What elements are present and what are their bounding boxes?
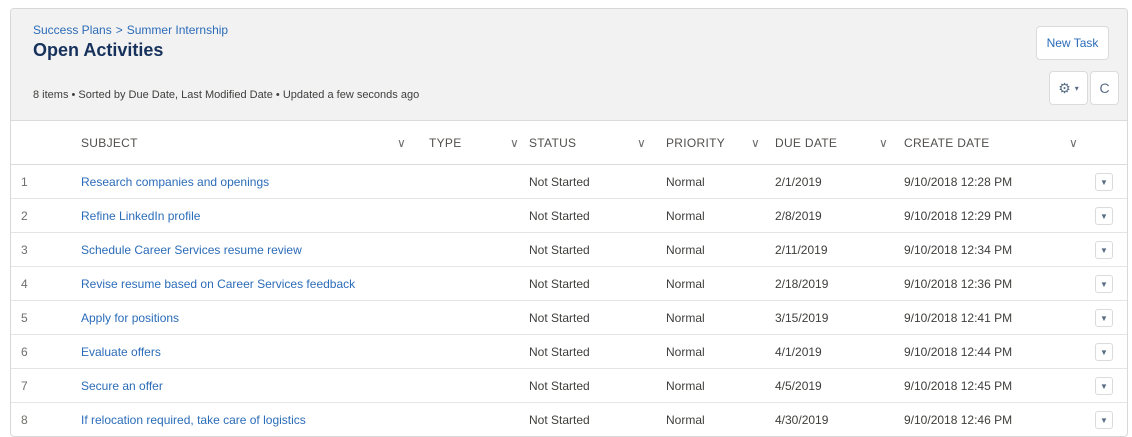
create-date-cell: 9/10/2018 12:28 PM bbox=[904, 175, 1013, 189]
chevron-down-icon: ▼ bbox=[1100, 415, 1108, 425]
due-date-cell: 4/30/2019 bbox=[775, 413, 829, 427]
subject-link[interactable]: Evaluate offers bbox=[81, 335, 161, 369]
row-action-menu-button[interactable]: ▼ bbox=[1095, 207, 1113, 225]
create-date-cell: 9/10/2018 12:29 PM bbox=[904, 209, 1013, 223]
row-number: 4 bbox=[21, 277, 28, 291]
table-row: 5 Apply for positions Not Started Normal… bbox=[11, 301, 1127, 335]
column-due-date-sort-icon[interactable]: ∨ bbox=[879, 121, 888, 165]
create-date-cell: 9/10/2018 12:36 PM bbox=[904, 277, 1013, 291]
priority-cell: Normal bbox=[666, 379, 705, 393]
row-action-menu-button[interactable]: ▼ bbox=[1095, 309, 1113, 327]
row-number: 8 bbox=[21, 413, 28, 427]
subject-link[interactable]: Research companies and openings bbox=[81, 165, 269, 199]
status-cell: Not Started bbox=[529, 209, 590, 223]
priority-cell: Normal bbox=[666, 345, 705, 359]
column-header-due-date[interactable]: DUE DATE bbox=[775, 121, 837, 165]
refresh-icon: C bbox=[1099, 80, 1110, 96]
list-header: Success Plans > Summer Internship Open Act… bbox=[11, 9, 1127, 121]
chevron-down-icon: ▼ bbox=[1100, 177, 1108, 187]
row-action-menu-button[interactable]: ▼ bbox=[1095, 173, 1113, 191]
column-subject-sort-icon[interactable]: ∨ bbox=[397, 121, 406, 165]
status-cell: Not Started bbox=[529, 311, 590, 325]
chevron-down-icon: ▼ bbox=[1100, 347, 1108, 357]
create-date-cell: 9/10/2018 12:41 PM bbox=[904, 311, 1013, 325]
breadcrumb-separator: > bbox=[115, 23, 123, 37]
status-cell: Not Started bbox=[529, 243, 590, 257]
column-priority-sort-icon[interactable]: ∨ bbox=[751, 121, 760, 165]
due-date-cell: 2/18/2019 bbox=[775, 277, 829, 291]
status-cell: Not Started bbox=[529, 277, 590, 291]
row-action-menu-button[interactable]: ▼ bbox=[1095, 411, 1113, 429]
breadcrumb: Success Plans > Summer Internship bbox=[33, 23, 228, 37]
page-title: Open Activities bbox=[33, 40, 164, 60]
open-activities-card: Success Plans > Summer Internship Open Act… bbox=[10, 8, 1128, 437]
column-header-create-date[interactable]: CREATE DATE bbox=[904, 121, 990, 165]
priority-cell: Normal bbox=[666, 277, 705, 291]
chevron-down-icon: ▼ bbox=[1100, 381, 1108, 391]
row-action-menu-button[interactable]: ▼ bbox=[1095, 377, 1113, 395]
list-settings-button[interactable]: ⚙ ▾ bbox=[1049, 71, 1088, 105]
create-date-cell: 9/10/2018 12:46 PM bbox=[904, 413, 1013, 427]
table-row: 3 Schedule Career Services resume review… bbox=[11, 233, 1127, 267]
due-date-cell: 4/5/2019 bbox=[775, 379, 822, 393]
new-task-button[interactable]: New Task bbox=[1036, 26, 1109, 60]
column-header-status[interactable]: STATUS bbox=[529, 121, 576, 165]
row-number: 1 bbox=[21, 175, 28, 189]
table-row: 7 Secure an offer Not Started Normal 4/5… bbox=[11, 369, 1127, 403]
priority-cell: Normal bbox=[666, 175, 705, 189]
status-cell: Not Started bbox=[529, 413, 590, 427]
priority-cell: Normal bbox=[666, 243, 705, 257]
row-action-menu-button[interactable]: ▼ bbox=[1095, 343, 1113, 361]
column-header-priority[interactable]: PRIORITY bbox=[666, 121, 725, 165]
due-date-cell: 2/11/2019 bbox=[775, 243, 828, 257]
column-header-type[interactable]: TYPE bbox=[429, 121, 462, 165]
subject-link[interactable]: Schedule Career Services resume review bbox=[81, 233, 302, 267]
priority-cell: Normal bbox=[666, 413, 705, 427]
row-number: 6 bbox=[21, 345, 28, 359]
breadcrumb-parent-link[interactable]: Success Plans bbox=[33, 23, 112, 37]
due-date-cell: 3/15/2019 bbox=[775, 311, 829, 325]
subject-link[interactable]: If relocation required, take care of log… bbox=[81, 403, 306, 436]
gear-icon: ⚙ bbox=[1058, 79, 1071, 96]
create-date-cell: 9/10/2018 12:44 PM bbox=[904, 345, 1013, 359]
subject-link[interactable]: Apply for positions bbox=[81, 301, 179, 335]
row-number: 2 bbox=[21, 209, 28, 223]
due-date-cell: 2/8/2019 bbox=[775, 209, 822, 223]
column-header-subject[interactable]: SUBJECT bbox=[81, 121, 138, 165]
create-date-cell: 9/10/2018 12:45 PM bbox=[904, 379, 1013, 393]
table-row: 6 Evaluate offers Not Started Normal 4/1… bbox=[11, 335, 1127, 369]
row-number: 3 bbox=[21, 243, 28, 257]
row-action-menu-button[interactable]: ▼ bbox=[1095, 275, 1113, 293]
priority-cell: Normal bbox=[666, 209, 705, 223]
table-row: 2 Refine LinkedIn profile Not Started No… bbox=[11, 199, 1127, 233]
chevron-down-icon: ▼ bbox=[1100, 245, 1108, 255]
priority-cell: Normal bbox=[666, 311, 705, 325]
list-meta-info: 8 items • Sorted by Due Date, Last Modif… bbox=[33, 89, 420, 101]
status-cell: Not Started bbox=[529, 175, 590, 189]
due-date-cell: 4/1/2019 bbox=[775, 345, 822, 359]
chevron-down-icon: ▼ bbox=[1100, 279, 1108, 289]
chevron-down-icon: ▼ bbox=[1100, 211, 1108, 221]
row-number: 5 bbox=[21, 311, 28, 325]
status-cell: Not Started bbox=[529, 379, 590, 393]
column-type-sort-icon[interactable]: ∨ bbox=[510, 121, 519, 165]
row-action-menu-button[interactable]: ▼ bbox=[1095, 241, 1113, 259]
caret-down-icon: ▾ bbox=[1074, 83, 1079, 93]
subject-link[interactable]: Refine LinkedIn profile bbox=[81, 199, 200, 233]
table-row: 1 Research companies and openings Not St… bbox=[11, 165, 1127, 199]
create-date-cell: 9/10/2018 12:34 PM bbox=[904, 243, 1013, 257]
table-row: 4 Revise resume based on Career Services… bbox=[11, 267, 1127, 301]
table-row: 8 If relocation required, take care of l… bbox=[11, 403, 1127, 436]
column-status-sort-icon[interactable]: ∨ bbox=[637, 121, 646, 165]
subject-link[interactable]: Revise resume based on Career Services f… bbox=[81, 267, 355, 301]
status-cell: Not Started bbox=[529, 345, 590, 359]
column-create-date-sort-icon[interactable]: ∨ bbox=[1069, 121, 1078, 165]
breadcrumb-current-link[interactable]: Summer Internship bbox=[127, 23, 228, 37]
subject-link[interactable]: Secure an offer bbox=[81, 369, 163, 403]
refresh-button[interactable]: C bbox=[1090, 71, 1119, 105]
row-number: 7 bbox=[21, 379, 28, 393]
chevron-down-icon: ▼ bbox=[1100, 313, 1108, 323]
due-date-cell: 2/1/2019 bbox=[775, 175, 822, 189]
table-header: SUBJECT ∨ TYPE ∨ STATUS ∨ PRIORITY ∨ DUE… bbox=[11, 121, 1127, 165]
